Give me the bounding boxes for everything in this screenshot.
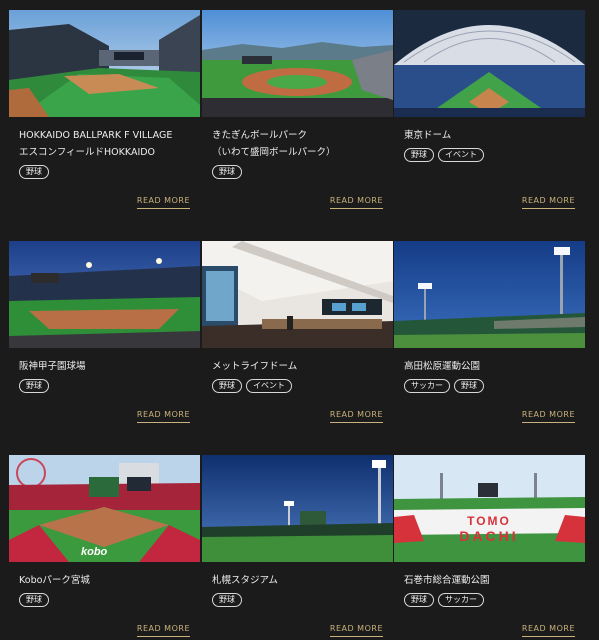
tag-baseball[interactable]: 野球 (404, 148, 434, 162)
tag-list: 野球 (212, 165, 242, 179)
venue-title: 高田松原運動公園 (404, 361, 481, 372)
read-more-link[interactable]: READ MORE (329, 410, 383, 423)
venue-photo[interactable] (394, 241, 585, 348)
tag-list: 野球 (212, 593, 242, 607)
tag-soccer[interactable]: サッカー (404, 379, 450, 393)
tag-list: 野球 (19, 593, 49, 607)
venue-title: メットライフドーム (212, 361, 298, 372)
venue-card[interactable]: きたぎんボールパーク （いわて盛岡ボールパーク） 野球 READ MORE (202, 10, 393, 225)
tomodachi-logo-line1: TOMO (467, 514, 511, 528)
tag-list: 野球 イベント (212, 379, 292, 393)
read-more-link[interactable]: READ MORE (136, 410, 190, 423)
venue-card[interactable]: TOMO DACHI 石巻市総合運動公園 野球 サッカー READ MORE (394, 455, 585, 640)
venue-card[interactable]: メットライフドーム 野球 イベント READ MORE (202, 241, 393, 456)
venue-title: 東京ドーム (404, 130, 452, 141)
venue-photo[interactable] (394, 10, 585, 117)
read-more-link[interactable]: READ MORE (136, 624, 190, 637)
venue-title: 阪神甲子園球場 (19, 361, 86, 372)
tag-list: 野球 イベント (404, 148, 484, 162)
venue-photo[interactable] (202, 241, 393, 348)
read-more-link[interactable]: READ MORE (329, 624, 383, 637)
read-more-link[interactable]: READ MORE (329, 196, 383, 209)
venue-title: きたぎんボールパーク （いわて盛岡ボールパーク） (212, 130, 336, 158)
tag-event[interactable]: イベント (246, 379, 292, 393)
venue-photo[interactable]: TOMO DACHI (394, 455, 585, 562)
venue-card[interactable]: 東京ドーム 野球 イベント READ MORE (394, 10, 585, 225)
tag-list: 野球 (19, 165, 49, 179)
tag-baseball[interactable]: 野球 (19, 593, 49, 607)
venue-card[interactable]: 高田松原運動公園 サッカー 野球 READ MORE (394, 241, 585, 456)
venue-title: 石巻市総合運動公園 (404, 575, 490, 586)
tag-baseball[interactable]: 野球 (454, 379, 484, 393)
venue-photo[interactable] (202, 455, 393, 562)
tag-baseball[interactable]: 野球 (19, 165, 49, 179)
venue-photo[interactable] (9, 10, 200, 117)
tomodachi-logo-line2: DACHI (459, 528, 518, 544)
kobo-logo: kobo (81, 546, 108, 558)
read-more-link[interactable]: READ MORE (136, 196, 190, 209)
tag-baseball[interactable]: 野球 (212, 379, 242, 393)
venue-photo[interactable]: kobo (9, 455, 200, 562)
venue-card[interactable]: kobo Koboパーク宮城 野球 READ MORE (9, 455, 200, 640)
venue-title: HOKKAIDO BALLPARK F VILLAGE エスコンフィールドHOK… (19, 130, 173, 158)
venue-photo[interactable] (9, 241, 200, 348)
tag-baseball[interactable]: 野球 (19, 379, 49, 393)
tag-baseball[interactable]: 野球 (404, 593, 434, 607)
tag-list: 野球 サッカー (404, 593, 484, 607)
tag-event[interactable]: イベント (438, 148, 484, 162)
venue-card[interactable]: 札幌スタジアム 野球 READ MORE (202, 455, 393, 640)
venue-photo[interactable] (202, 10, 393, 117)
read-more-link[interactable]: READ MORE (521, 624, 575, 637)
read-more-link[interactable]: READ MORE (521, 196, 575, 209)
venue-card[interactable]: 阪神甲子園球場 野球 READ MORE (9, 241, 200, 456)
venue-title: Koboパーク宮城 (19, 575, 90, 586)
read-more-link[interactable]: READ MORE (521, 410, 575, 423)
venue-title: 札幌スタジアム (212, 575, 278, 586)
tag-list: サッカー 野球 (404, 379, 484, 393)
tag-baseball[interactable]: 野球 (212, 165, 242, 179)
venue-card[interactable]: HOKKAIDO BALLPARK F VILLAGE エスコンフィールドHOK… (9, 10, 200, 225)
tag-list: 野球 (19, 379, 49, 393)
tag-baseball[interactable]: 野球 (212, 593, 242, 607)
tag-soccer[interactable]: サッカー (438, 593, 484, 607)
